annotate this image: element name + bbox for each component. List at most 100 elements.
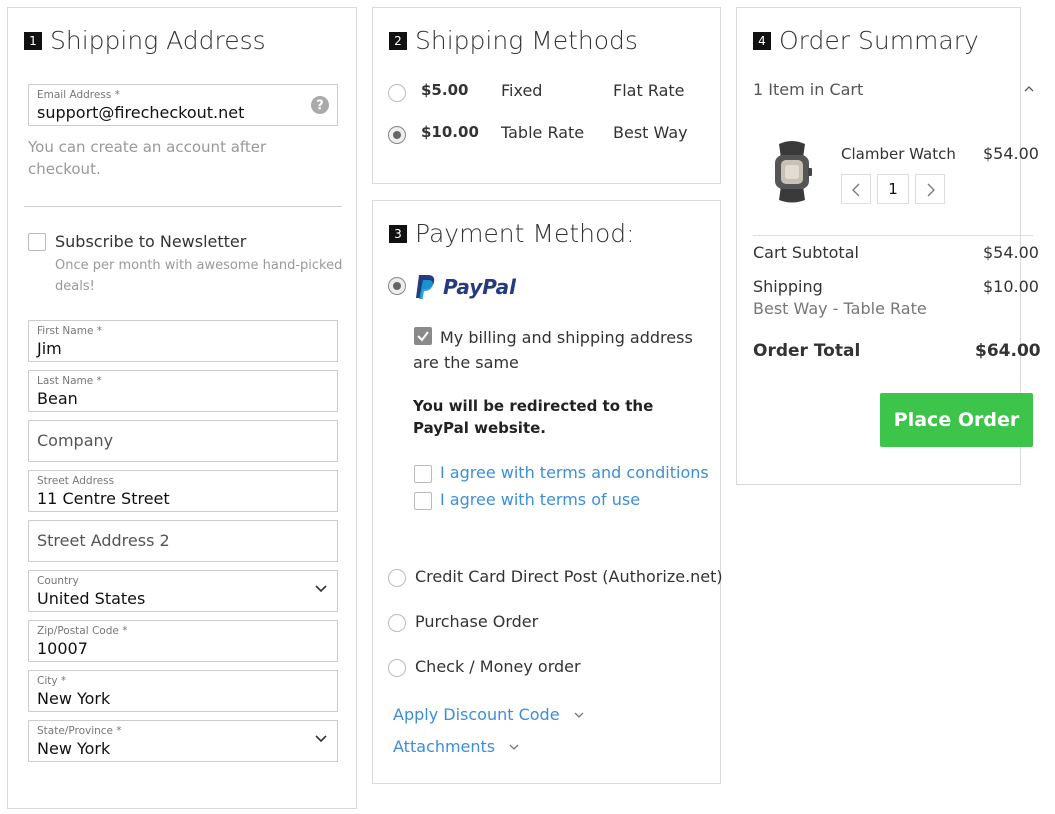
credit-card-label[interactable]: Credit Card Direct Post (Authorize.net) <box>415 567 723 586</box>
city-label: City * <box>37 675 67 687</box>
terms-link[interactable]: I agree with terms and conditions <box>440 463 709 482</box>
step-number: 4 <box>753 31 771 50</box>
newsletter-note: Once per month with awesome hand-picked … <box>55 258 343 294</box>
last-name-field[interactable]: Last Name * Bean <box>28 370 338 412</box>
chevron-down-icon <box>315 585 327 593</box>
zip-value: 10007 <box>37 639 88 658</box>
terms-checkbox[interactable] <box>414 465 432 483</box>
shipping-option-carrier: Flat Rate <box>613 81 685 100</box>
newsletter-label[interactable]: Subscribe to Newsletter <box>55 232 246 251</box>
first-name-label: First Name * <box>37 325 102 337</box>
title-text: Payment Method: <box>415 219 635 248</box>
zip-field[interactable]: Zip/Postal Code * 10007 <box>28 620 338 662</box>
first-name-field[interactable]: First Name * Jim <box>28 320 338 362</box>
last-name-label: Last Name * <box>37 375 102 387</box>
shipping-option-radio[interactable] <box>388 84 406 102</box>
qty-value: 1 <box>888 180 898 198</box>
order-total-label: Order Total <box>753 341 861 361</box>
state-value: New York <box>37 739 111 758</box>
cart-count-toggle[interactable]: 1 Item in Cart <box>753 80 863 99</box>
street-value: 11 Centre Street <box>37 489 170 508</box>
shipping-detail: Best Way - Table Rate <box>753 299 927 318</box>
state-label: State/Province * <box>37 725 122 737</box>
last-name-value: Bean <box>37 389 78 408</box>
chevron-down-icon <box>315 735 327 743</box>
attachments-label: Attachments <box>393 737 496 756</box>
shipping-address-title: 1 Shipping Address <box>24 26 266 55</box>
company-placeholder: Company <box>37 431 114 450</box>
street-address-field[interactable]: Street Address 11 Centre Street <box>28 470 338 512</box>
email-value: support@firecheckout.net <box>37 103 245 122</box>
chevron-down-icon <box>574 712 584 718</box>
step-number: 3 <box>389 224 407 243</box>
purchase-order-radio[interactable] <box>388 614 406 632</box>
newsletter-checkbox[interactable] <box>28 233 46 251</box>
shipping-option-method: Table Rate <box>501 123 585 142</box>
shipping-value: $10.00 <box>983 277 1039 296</box>
credit-card-radio[interactable] <box>388 569 406 587</box>
zip-label: Zip/Postal Code * <box>37 625 128 637</box>
state-select[interactable]: State/Province * New York <box>28 720 338 762</box>
city-field[interactable]: City * New York <box>28 670 338 712</box>
country-value: United States <box>37 589 146 608</box>
same-address-label[interactable]: My billing and shipping address are the … <box>413 325 713 375</box>
place-order-label: Place Order <box>893 409 1020 431</box>
apply-discount-label: Apply Discount Code <box>393 705 560 724</box>
shipping-methods-title: 2 Shipping Methods <box>389 26 638 55</box>
step-number: 1 <box>24 31 42 50</box>
shipping-option-carrier: Best Way <box>613 123 688 142</box>
divider <box>24 206 342 207</box>
payment-method-title: 3 Payment Method: <box>389 219 635 248</box>
email-field[interactable]: Email Address * support@firecheckout.net… <box>28 84 338 126</box>
check-money-order-radio[interactable] <box>388 659 406 677</box>
city-value: New York <box>37 689 111 708</box>
chevron-left-icon <box>852 183 860 197</box>
item-price: $54.00 <box>983 144 1039 163</box>
street-label: Street Address <box>37 475 115 487</box>
paypal-radio[interactable] <box>388 277 406 295</box>
shipping-option-price: $10.00 <box>421 123 479 141</box>
qty-increase-button[interactable] <box>915 174 945 204</box>
title-text: Shipping Address <box>50 26 266 55</box>
account-note: You can create an account after checkout… <box>28 138 267 178</box>
terms-of-use-checkbox[interactable] <box>414 492 432 510</box>
shipping-option-price: $5.00 <box>421 81 469 99</box>
paypal-redirect-note: You will be redirected to the PayPal web… <box>413 397 654 437</box>
paypal-wordmark: PayPal <box>443 275 517 299</box>
step-number: 2 <box>389 31 407 50</box>
chevron-up-icon[interactable] <box>1024 86 1034 92</box>
title-text: Order Summary <box>779 26 979 55</box>
item-name[interactable]: Clamber Watch <box>841 145 956 163</box>
company-field[interactable]: Company <box>28 420 338 462</box>
terms-of-use-link[interactable]: I agree with terms of use <box>440 490 640 509</box>
order-total-value: $64.00 <box>975 341 1041 361</box>
chevron-down-icon <box>509 744 519 750</box>
title-text: Shipping Methods <box>415 26 638 55</box>
shipping-methods-panel: 2 Shipping Methods $5.00 Fixed Flat Rate… <box>372 7 721 184</box>
email-label: Email Address * <box>37 89 120 101</box>
shipping-address-panel: 1 Shipping Address Email Address * suppo… <box>7 7 357 809</box>
paypal-logo: PayPal <box>415 274 516 300</box>
attachments-link[interactable]: Attachments <box>393 737 519 756</box>
payment-method-panel: 3 Payment Method: PayPal My billing and … <box>372 200 723 784</box>
country-label: Country <box>37 575 79 587</box>
subtotal-value: $54.00 <box>983 243 1039 262</box>
shipping-label: Shipping <box>753 277 823 296</box>
purchase-order-label[interactable]: Purchase Order <box>415 612 538 631</box>
check-money-order-label[interactable]: Check / Money order <box>415 657 581 676</box>
paypal-icon <box>416 275 435 299</box>
country-select[interactable]: Country United States <box>28 570 338 612</box>
order-summary-title: 4 Order Summary <box>753 26 979 55</box>
first-name-value: Jim <box>37 339 62 358</box>
qty-input[interactable]: 1 <box>877 174 909 204</box>
help-icon[interactable]: ? <box>311 96 329 114</box>
place-order-button[interactable]: Place Order <box>880 393 1033 447</box>
shipping-option-radio[interactable] <box>388 126 406 144</box>
street-address-2-field[interactable]: Street Address 2 <box>28 520 338 562</box>
order-summary-panel: 4 Order Summary 1 Item in Cart Clamber W… <box>736 7 1041 485</box>
chevron-right-icon <box>927 183 935 197</box>
qty-decrease-button[interactable] <box>841 174 871 204</box>
divider <box>753 235 1033 236</box>
shipping-option-method: Fixed <box>501 81 543 100</box>
apply-discount-link[interactable]: Apply Discount Code <box>393 705 584 724</box>
